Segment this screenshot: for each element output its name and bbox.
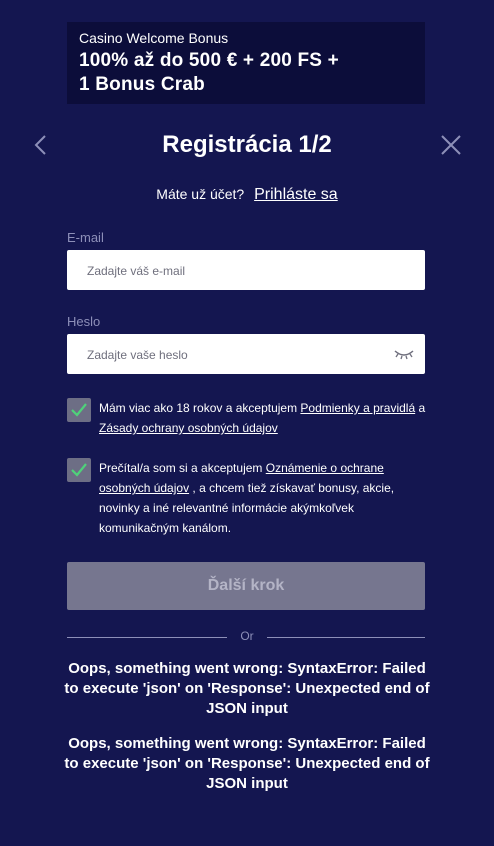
error-message: Oops, something went wrong: SyntaxError:… xyxy=(64,660,430,717)
terms-link[interactable]: Podmienky a pravidlá xyxy=(300,401,415,415)
password-label: Heslo xyxy=(67,314,101,329)
page-title: Registrácia 1/2 xyxy=(162,131,332,158)
consent-terms-checkbox[interactable] xyxy=(67,398,91,422)
error-message: Oops, something went wrong: SyntaxError:… xyxy=(64,735,430,792)
consent-terms-text: Mám viac ako 18 rokov a akceptujem Podmi… xyxy=(99,398,429,438)
consent-marketing-text: Prečítal/a som si a akceptujem Oznámenie… xyxy=(99,458,429,538)
account-prompt: Máte už účet? xyxy=(156,186,245,202)
email-field[interactable] xyxy=(85,250,411,292)
close-icon[interactable] xyxy=(440,134,462,156)
consent-terms-row: Mám viac ako 18 rokov a akceptujem Podmi… xyxy=(67,398,427,440)
bonus-subtitle: Casino Welcome Bonus xyxy=(79,30,229,46)
bonus-title-line2: 1 Bonus Crab xyxy=(79,74,205,95)
login-link[interactable]: Prihláste sa xyxy=(254,186,338,203)
consent-marketing-text-before: Prečítal/a som si a akceptujem xyxy=(99,461,266,475)
eye-closed-icon[interactable] xyxy=(393,347,415,361)
email-label: E-mail xyxy=(67,230,104,245)
bonus-banner: Casino Welcome Bonus 100% až do 500 € + … xyxy=(67,22,425,104)
password-field-wrapper xyxy=(67,334,425,376)
next-step-button[interactable]: Ďalší krok xyxy=(67,562,425,610)
consent-marketing-checkbox[interactable] xyxy=(67,458,91,482)
bonus-title: 100% až do 500 € + 200 FS + 1 Bonus Crab xyxy=(79,49,413,97)
privacy-policy-link[interactable]: Zásady ochrany osobných údajov xyxy=(99,421,278,435)
consent-marketing-row: Prečítal/a som si a akceptujem Oznámenie… xyxy=(67,458,427,538)
divider-right xyxy=(267,637,425,638)
divider-or-text: Or xyxy=(240,629,254,643)
consent-terms-text-before: Mám viac ako 18 rokov a akceptujem xyxy=(99,401,301,415)
bonus-title-line1: 100% až do 500 € + 200 FS + xyxy=(79,50,339,71)
consent-terms-text-middle: a xyxy=(415,401,426,415)
account-prompt-row: Máte už účet? Prihláste sa xyxy=(0,186,494,204)
email-field-wrapper xyxy=(67,250,425,292)
password-field[interactable] xyxy=(85,334,411,376)
